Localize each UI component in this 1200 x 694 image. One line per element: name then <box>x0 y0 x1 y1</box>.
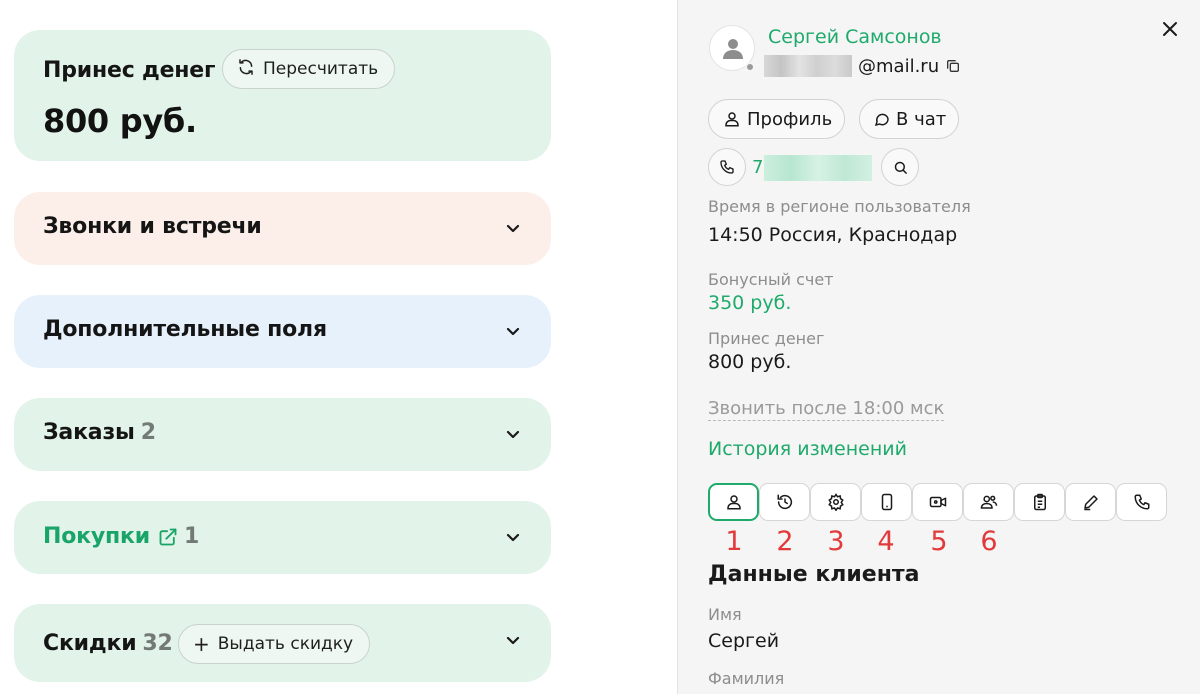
purchases-link[interactable]: Покупки <box>43 524 150 549</box>
call-phone-button[interactable] <box>708 148 746 186</box>
client-data-title: Данные клиента <box>708 562 920 587</box>
pencil-icon <box>1083 495 1098 511</box>
tab-notes[interactable] <box>1014 483 1065 521</box>
profile-label: Профиль <box>747 108 833 130</box>
earned-label: Принес денег <box>708 329 825 348</box>
gear-icon <box>827 493 844 511</box>
change-history-link[interactable]: История изменений <box>708 438 907 460</box>
redacted-phone-number <box>764 155 872 181</box>
first-name-value: Сергей <box>708 630 780 652</box>
call-after-note[interactable]: Звонить после 18:00 мск <box>708 398 945 421</box>
earned-card: Принес денег Пересчитать 800 руб. <box>14 30 551 161</box>
give-discount-label: Выдать скидку <box>217 634 354 654</box>
earned-value: 800 руб. <box>708 351 792 373</box>
video-icon <box>929 496 946 508</box>
annotation-number: 3 <box>827 526 845 557</box>
phone-icon <box>1134 494 1149 510</box>
recalculate-button[interactable]: Пересчитать <box>222 49 396 89</box>
clipboard-icon <box>1033 493 1046 511</box>
phone-icon <box>719 159 735 175</box>
tab-calls[interactable] <box>1116 483 1167 521</box>
orders-count: 2 <box>140 420 156 445</box>
orders-label: Заказы <box>43 420 135 445</box>
email-row: @mail.ru <box>764 55 961 77</box>
discounts-label: Скидки <box>43 631 137 656</box>
chat-label: В чат <box>896 108 947 130</box>
orders-title: Заказы 2 <box>43 420 156 445</box>
search-icon <box>893 160 908 175</box>
close-icon[interactable] <box>1161 20 1179 38</box>
tab-settings[interactable] <box>810 483 861 521</box>
chevron-down-icon[interactable] <box>505 632 521 648</box>
extra-fields-title: Дополнительные поля <box>43 317 327 342</box>
region-time-label: Время в регионе пользователя <box>708 197 971 216</box>
redacted-email-prefix <box>764 55 852 77</box>
purchases-title: Покупки 1 <box>43 524 199 549</box>
smartphone-icon <box>881 493 892 511</box>
discounts-title: Скидки 32 <box>43 631 173 656</box>
chevron-down-icon[interactable] <box>505 323 521 339</box>
users-icon <box>980 495 997 509</box>
chevron-down-icon[interactable] <box>505 426 521 442</box>
chevron-down-icon[interactable] <box>505 529 521 545</box>
annotation-number: 4 <box>877 526 895 557</box>
refresh-icon <box>237 58 255 81</box>
purchases-count: 1 <box>183 524 200 549</box>
client-cards-column: Принес денег Пересчитать 800 руб. Звонки… <box>14 0 551 694</box>
earned-title: Принес денег <box>43 58 216 83</box>
user-name: Сергей Самсонов <box>768 26 942 48</box>
user-icon <box>723 110 741 128</box>
phone-number-prefix[interactable]: 7 <box>752 157 763 178</box>
chevron-down-icon[interactable] <box>505 220 521 236</box>
tab-video[interactable] <box>912 483 963 521</box>
chat-icon <box>874 111 890 127</box>
tab-device[interactable] <box>861 483 912 521</box>
recalculate-label: Пересчитать <box>263 59 379 79</box>
email-suffix: @mail.ru <box>858 55 940 77</box>
extra-fields-card[interactable]: Дополнительные поля <box>14 295 551 368</box>
tab-history[interactable] <box>759 483 810 521</box>
tab-contacts[interactable] <box>963 483 1014 521</box>
status-dot <box>745 62 755 72</box>
copy-icon[interactable] <box>945 58 961 74</box>
region-time-value: 14:50 Россия, Краснодар <box>708 224 958 246</box>
annotation-number: 2 <box>776 526 794 557</box>
tab-edit[interactable] <box>1065 483 1116 521</box>
annotation-number: 1 <box>725 526 743 557</box>
tab-client-data[interactable] <box>708 483 759 521</box>
give-discount-button[interactable]: + Выдать скидку <box>178 624 371 664</box>
client-side-panel: Сергей Самсонов @mail.ru Профиль В чат 7 <box>677 0 1200 694</box>
bonus-label: Бонусный счет <box>708 270 834 289</box>
last-name-label: Фамилия <box>708 669 785 688</box>
chat-button[interactable]: В чат <box>859 99 960 139</box>
search-phone-button[interactable] <box>881 148 919 186</box>
first-name-label: Имя <box>708 605 742 624</box>
orders-card[interactable]: Заказы 2 <box>14 398 551 471</box>
calls-title: Звонки и встречи <box>43 214 262 239</box>
discounts-count: 32 <box>142 631 173 656</box>
client-tabs <box>708 483 1167 521</box>
user-icon <box>726 495 741 510</box>
annotation-number: 5 <box>930 526 948 557</box>
calls-card[interactable]: Звонки и встречи <box>14 192 551 265</box>
earned-amount: 800 руб. <box>43 102 197 140</box>
discounts-card[interactable]: Скидки 32 + Выдать скидку <box>14 604 551 682</box>
profile-button[interactable]: Профиль <box>708 99 846 139</box>
plus-icon: + <box>193 632 210 656</box>
bonus-value: 350 руб. <box>708 292 792 314</box>
user-icon <box>723 39 743 59</box>
annotation-number: 6 <box>980 526 998 557</box>
history-icon <box>777 494 792 510</box>
purchases-card[interactable]: Покупки 1 <box>14 501 551 574</box>
external-link-icon[interactable] <box>158 527 178 547</box>
